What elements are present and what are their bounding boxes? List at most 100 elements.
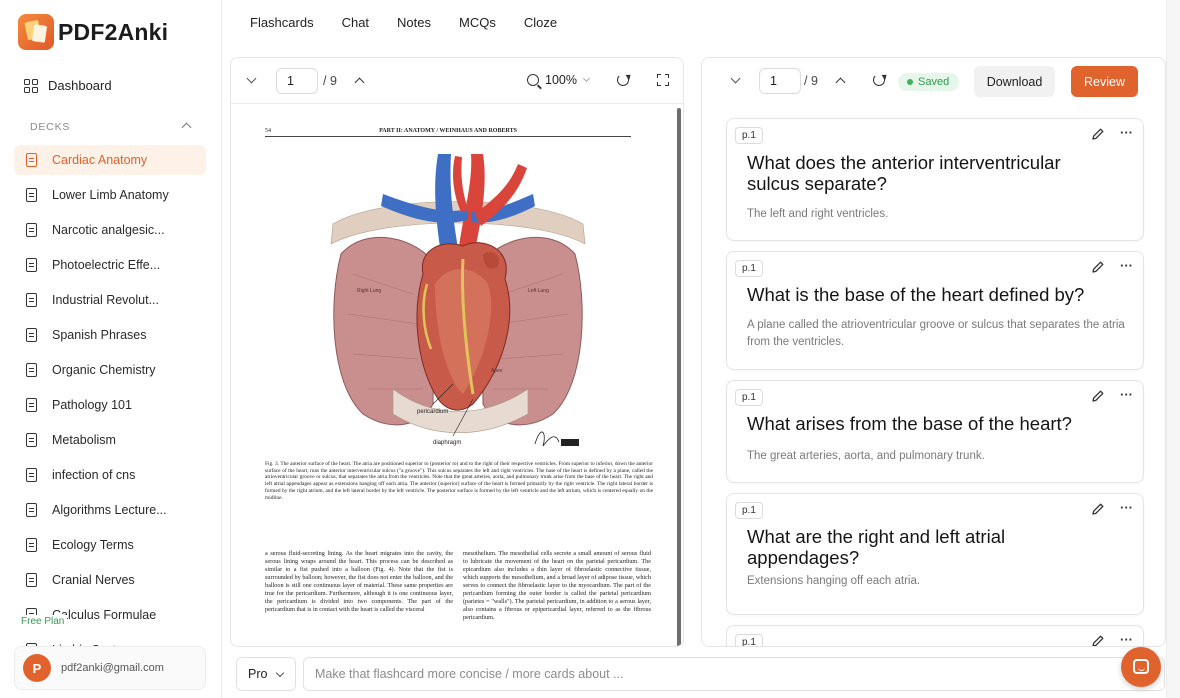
- review-button[interactable]: Review: [1071, 66, 1138, 97]
- user-account[interactable]: P pdf2anki@gmail.com: [14, 646, 206, 690]
- flashcard[interactable]: p.1 ··· What arises from the base of the h…: [726, 380, 1144, 483]
- sidebar-deck-item[interactable]: Algorithms Lecture...: [14, 495, 206, 525]
- zoom-level: 100%: [545, 73, 577, 87]
- document-icon: [26, 363, 37, 377]
- figure-label-right-lung: Right Lung: [357, 288, 381, 294]
- search-zoom-icon: [527, 74, 539, 86]
- figure-label-apex: Apex: [491, 368, 503, 374]
- pdf-toolbar: / 9 100%: [231, 58, 683, 104]
- sidebar-deck-item[interactable]: Industrial Revolut...: [14, 285, 206, 315]
- tab-mcqs[interactable]: MCQs: [459, 15, 496, 30]
- pdf-page-total: / 9: [323, 74, 337, 88]
- rotate-icon[interactable]: [617, 74, 629, 86]
- user-email: pdf2anki@gmail.com: [61, 662, 164, 674]
- sidebar-deck-item[interactable]: Organic Chemistry: [14, 355, 206, 385]
- card-question: What arises from the base of the heart?: [747, 413, 1072, 434]
- prev-page-chevron-up-icon[interactable]: [354, 77, 365, 88]
- sidebar: PDF2Anki Dashboard DECKS Cardiac Anatomy…: [0, 0, 222, 698]
- decks-section-header[interactable]: DECKS: [30, 121, 192, 133]
- deck-label: Spanish Phrases: [52, 328, 147, 342]
- deck-list: Cardiac Anatomy Lower Limb Anatomy Narcoti…: [14, 145, 206, 670]
- next-page-chevron-down-icon[interactable]: [730, 73, 741, 84]
- flashcard-page-total: / 9: [804, 74, 818, 88]
- prompt-input[interactable]: [303, 657, 1165, 691]
- edit-pencil-icon[interactable]: [1091, 502, 1105, 516]
- sidebar-deck-item[interactable]: Metabolism: [14, 425, 206, 455]
- document-icon: [26, 433, 37, 447]
- edit-pencil-icon[interactable]: [1091, 389, 1105, 403]
- sidebar-deck-item[interactable]: Spanish Phrases: [14, 320, 206, 350]
- zoom-control[interactable]: 100%: [527, 73, 591, 87]
- more-options-icon[interactable]: ···: [1120, 632, 1133, 646]
- figure-caption: Fig. 3. The anterior surface of the hear…: [265, 461, 653, 501]
- pdf-scrollbar[interactable]: [677, 108, 681, 646]
- fullscreen-icon[interactable]: [657, 74, 669, 86]
- deck-label: Metabolism: [52, 433, 116, 447]
- sidebar-deck-item[interactable]: Cardiac Anatomy: [14, 145, 206, 175]
- window-edge: [1166, 0, 1180, 698]
- app-logo[interactable]: PDF2Anki: [18, 14, 168, 50]
- deck-label: Organic Chemistry: [52, 363, 156, 377]
- dashboard-grid-icon: [24, 78, 38, 93]
- app-name: PDF2Anki: [58, 18, 169, 45]
- sidebar-deck-item[interactable]: Pathology 101: [14, 390, 206, 420]
- card-question: What is the base of the heart defined by…: [747, 284, 1085, 305]
- sidebar-deck-item[interactable]: Cranial Nerves: [14, 565, 206, 595]
- more-options-icon[interactable]: ···: [1120, 500, 1133, 515]
- deck-label: Algorithms Lecture...: [52, 503, 167, 517]
- document-icon: [26, 258, 37, 272]
- download-button[interactable]: Download: [974, 66, 1055, 97]
- tab-chat[interactable]: Chat: [342, 15, 369, 30]
- edit-pencil-icon[interactable]: [1091, 260, 1105, 274]
- edit-pencil-icon[interactable]: [1091, 127, 1105, 141]
- flashcard-toolbar: / 9 Saved Download Review: [702, 58, 1165, 108]
- more-options-icon[interactable]: ···: [1120, 387, 1133, 402]
- document-icon: [26, 468, 37, 482]
- dashboard-label: Dashboard: [48, 78, 112, 93]
- decks-heading: DECKS: [30, 121, 71, 133]
- tab-cloze[interactable]: Cloze: [524, 15, 557, 30]
- next-page-chevron-down-icon[interactable]: [246, 73, 257, 84]
- pdf-page-input[interactable]: [276, 68, 318, 94]
- more-options-icon[interactable]: ···: [1120, 258, 1133, 273]
- tab-flashcards[interactable]: Flashcards: [250, 15, 314, 30]
- figure-label-left-lung: Left Lung: [528, 288, 549, 294]
- pdf-body-column-right: mesothelium. The mesothelial cells secre…: [463, 550, 651, 621]
- model-select[interactable]: Pro: [236, 657, 296, 691]
- chat-support-button[interactable]: [1121, 647, 1161, 687]
- sidebar-deck-item[interactable]: Ecology Terms: [14, 530, 206, 560]
- top-tabs: Flashcards Chat Notes MCQs Cloze: [250, 15, 585, 30]
- sidebar-deck-item[interactable]: Lower Limb Anatomy: [14, 180, 206, 210]
- sidebar-deck-item[interactable]: Photoelectric Effe...: [14, 250, 206, 280]
- sidebar-deck-item[interactable]: infection of cns: [14, 460, 206, 490]
- deck-label: Narcotic analgesic...: [52, 223, 165, 237]
- flashcard-page-input[interactable]: [759, 68, 801, 94]
- flashcard[interactable]: p.1 ··· What are the right and left atrial…: [726, 493, 1144, 615]
- deck-label: infection of cns: [52, 468, 136, 482]
- document-icon: [26, 538, 37, 552]
- card-answer: A plane called the atrioventricular groo…: [747, 319, 1125, 348]
- deck-label: Industrial Revolut...: [52, 293, 159, 307]
- deck-label: Cranial Nerves: [52, 573, 135, 587]
- card-answer: Extensions hanging off each atria.: [747, 575, 921, 587]
- sidebar-deck-item[interactable]: Narcotic analgesic...: [14, 215, 206, 245]
- chevron-up-icon[interactable]: [181, 122, 192, 133]
- flashcard-panel: / 9 Saved Download Review p.1 ··· What doe…: [701, 57, 1166, 647]
- pdf-page[interactable]: 54 PART II: ANATOMY / WEINHAUS AND ROBER…: [231, 104, 677, 646]
- edit-pencil-icon[interactable]: [1091, 634, 1105, 647]
- figure-label-diaphragm: diaphragm: [433, 440, 461, 446]
- flashcard[interactable]: p.1 ··· What does the anterior interventri…: [726, 118, 1144, 241]
- sync-icon[interactable]: [873, 74, 885, 86]
- sidebar-item-dashboard[interactable]: Dashboard: [24, 78, 112, 93]
- card-answer: The great arteries, aorta, and pulmonary…: [747, 450, 985, 462]
- deck-label: Lower Limb Anatomy: [52, 188, 169, 202]
- prev-page-chevron-up-icon[interactable]: [835, 77, 846, 88]
- tab-notes[interactable]: Notes: [397, 15, 431, 30]
- more-options-icon[interactable]: ···: [1120, 125, 1133, 140]
- deck-label: Photoelectric Effe...: [52, 258, 161, 272]
- flashcard[interactable]: p.1 ··· What is the base of the heart defi…: [726, 251, 1144, 370]
- deck-label: Pathology 101: [52, 398, 132, 412]
- card-page-tag: p.1: [735, 634, 763, 646]
- plan-badge: Free Plan: [18, 615, 68, 628]
- flashcard[interactable]: p.1 ···: [726, 625, 1144, 647]
